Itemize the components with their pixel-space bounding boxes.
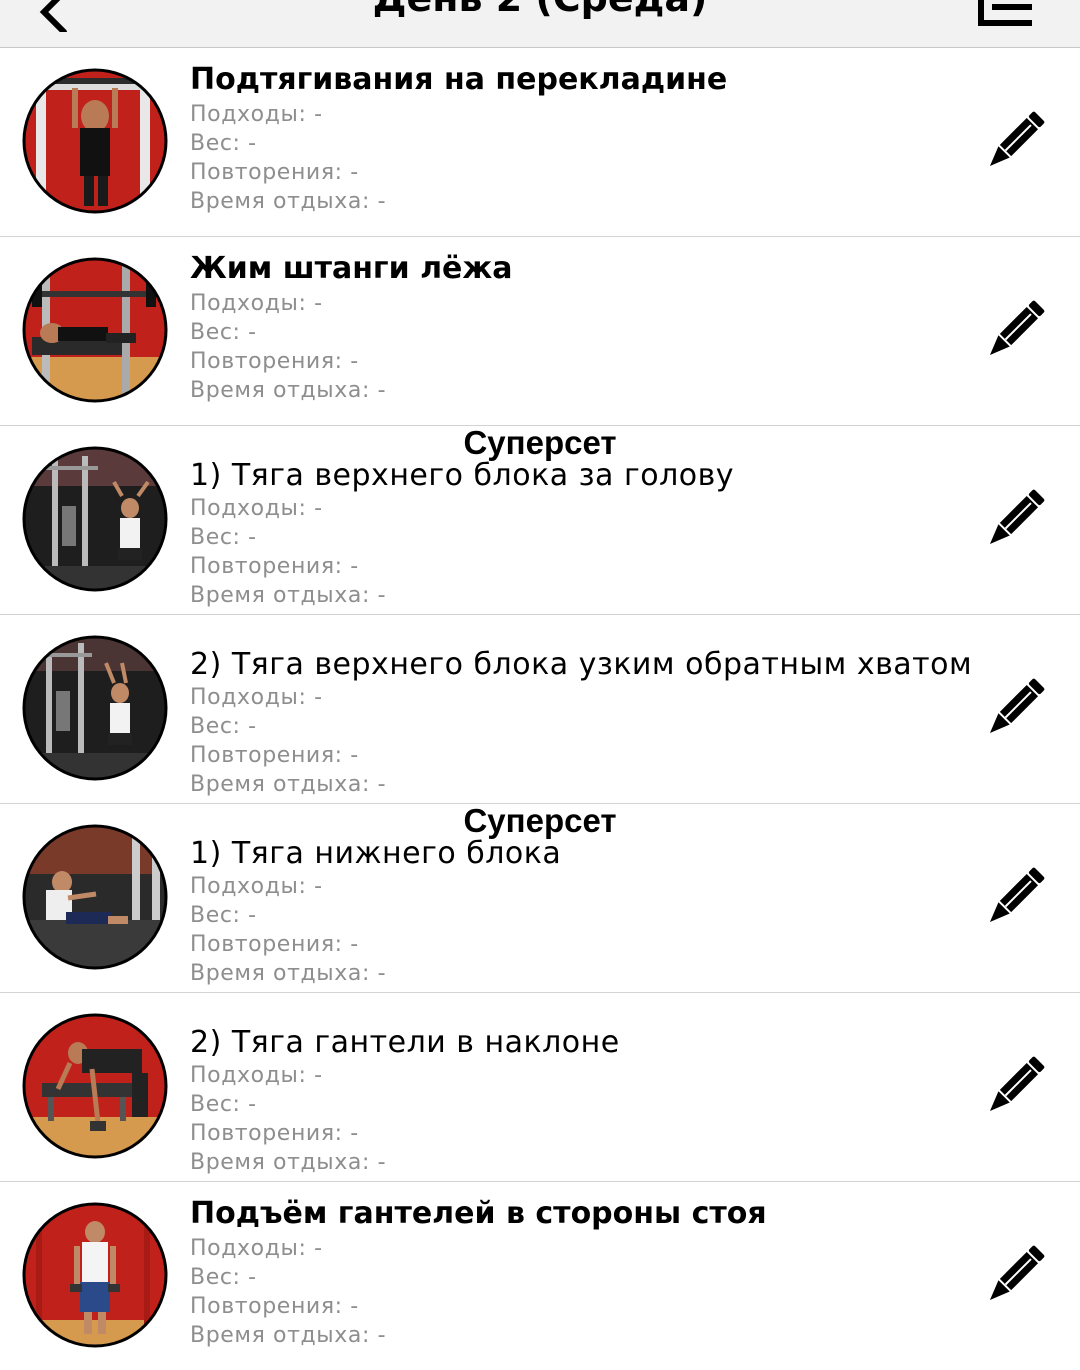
exercise-title: Подтягивания на перекладине bbox=[190, 62, 728, 97]
rest-label: Время отдыха: - bbox=[190, 772, 387, 797]
rest-label: Время отдыха: - bbox=[190, 1323, 387, 1348]
exercise-list: Подтягивания на перекладине Подходы: - В… bbox=[0, 48, 1080, 1370]
exercise-row[interactable]: Суперсет 1) Тяга верхнего блока за голов… bbox=[0, 424, 1080, 615]
exercise-title: Жим штанги лёжа bbox=[190, 251, 513, 286]
exercise-title: Подъём гантелей в стороны стоя bbox=[190, 1196, 767, 1231]
superset-label: Суперсет bbox=[463, 424, 617, 461]
pencil-icon[interactable] bbox=[982, 110, 1046, 174]
reps-label: Повторения: - bbox=[190, 1121, 359, 1146]
weight-label: Вес: - bbox=[190, 714, 257, 739]
rest-label: Время отдыха: - bbox=[190, 961, 387, 986]
exercise-thumbnail bbox=[22, 257, 168, 403]
sets-label: Подходы: - bbox=[190, 496, 323, 521]
sets-label: Подходы: - bbox=[190, 291, 323, 316]
pencil-icon[interactable] bbox=[982, 677, 1046, 741]
reps-label: Повторения: - bbox=[190, 160, 359, 185]
reps-label: Повторения: - bbox=[190, 554, 359, 579]
weight-label: Вес: - bbox=[190, 903, 257, 928]
exercise-title: 1) Тяга нижнего блока bbox=[190, 836, 562, 871]
exercise-info: 2) Тяга верхнего блока узким обратным хв… bbox=[190, 615, 972, 803]
exercise-row[interactable]: Подтягивания на перекладине Подходы: - В… bbox=[0, 48, 1080, 237]
pencil-icon[interactable] bbox=[982, 1055, 1046, 1119]
exercise-row[interactable]: Жим штанги лёжа Подходы: - Вес: - Повтор… bbox=[0, 237, 1080, 426]
weight-label: Вес: - bbox=[190, 320, 257, 345]
exercise-info: Подтягивания на перекладине Подходы: - В… bbox=[190, 48, 940, 236]
exercise-info: 2) Тяга гантели в наклоне Подходы: - Вес… bbox=[190, 993, 940, 1181]
exercise-thumbnail bbox=[22, 1202, 168, 1348]
sets-label: Подходы: - bbox=[190, 685, 323, 710]
exercise-row[interactable]: 2) Тяга гантели в наклоне Подходы: - Вес… bbox=[0, 993, 1080, 1182]
exercise-row[interactable]: 2) Тяга верхнего блока узким обратным хв… bbox=[0, 615, 1080, 804]
exercise-thumbnail bbox=[22, 635, 168, 781]
rest-label: Время отдыха: - bbox=[190, 1150, 387, 1175]
sets-label: Подходы: - bbox=[190, 1063, 323, 1088]
sets-label: Подходы: - bbox=[190, 102, 323, 127]
rest-label: Время отдыха: - bbox=[190, 378, 387, 403]
exercise-row[interactable]: Суперсет 1) Тяга нижнего блока Подходы: … bbox=[0, 802, 1080, 993]
weight-label: Вес: - bbox=[190, 131, 257, 156]
superset-label: Суперсет bbox=[463, 802, 617, 839]
weight-label: Вес: - bbox=[190, 1265, 257, 1290]
exercise-row[interactable]: Подъём гантелей в стороны стоя Подходы: … bbox=[0, 1182, 1080, 1370]
exercise-title: 2) Тяга гантели в наклоне bbox=[190, 1025, 620, 1060]
exercise-thumbnail bbox=[22, 68, 168, 214]
exercise-thumbnail bbox=[22, 446, 168, 592]
page-title: День 2 (Среда) bbox=[0, 0, 1080, 20]
exercise-info: Подъём гантелей в стороны стоя Подходы: … bbox=[190, 1182, 940, 1370]
pencil-icon[interactable] bbox=[982, 866, 1046, 930]
reps-label: Повторения: - bbox=[190, 1294, 359, 1319]
exercise-title: 2) Тяга верхнего блока узким обратным хв… bbox=[190, 647, 973, 682]
weight-label: Вес: - bbox=[190, 525, 257, 550]
list-icon[interactable] bbox=[972, 0, 1036, 30]
exercise-info: Жим штанги лёжа Подходы: - Вес: - Повтор… bbox=[190, 237, 940, 425]
weight-label: Вес: - bbox=[190, 1092, 257, 1117]
pencil-icon[interactable] bbox=[982, 1244, 1046, 1308]
exercise-title: 1) Тяга верхнего блока за голову bbox=[190, 458, 735, 493]
sets-label: Подходы: - bbox=[190, 874, 323, 899]
exercise-thumbnail bbox=[22, 1013, 168, 1159]
exercise-thumbnail bbox=[22, 824, 168, 970]
reps-label: Повторения: - bbox=[190, 349, 359, 374]
navigation-bar: День 2 (Среда) bbox=[0, 0, 1080, 48]
pencil-icon[interactable] bbox=[982, 488, 1046, 552]
pencil-icon[interactable] bbox=[982, 299, 1046, 363]
rest-label: Время отдыха: - bbox=[190, 583, 387, 608]
reps-label: Повторения: - bbox=[190, 743, 359, 768]
rest-label: Время отдыха: - bbox=[190, 189, 387, 214]
sets-label: Подходы: - bbox=[190, 1236, 323, 1261]
reps-label: Повторения: - bbox=[190, 932, 359, 957]
